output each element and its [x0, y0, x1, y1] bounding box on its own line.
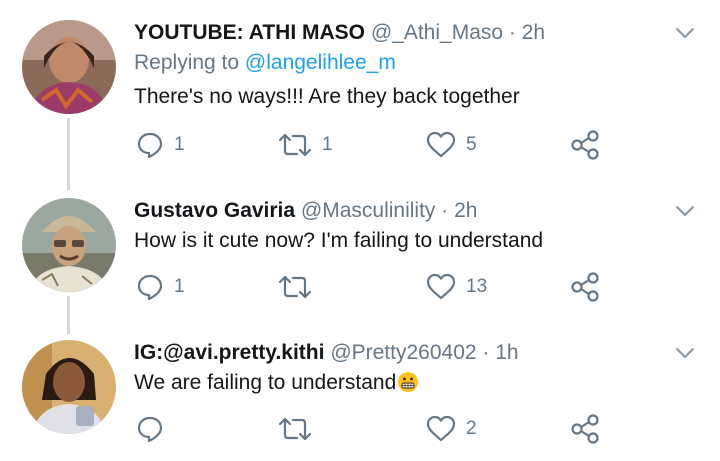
reply-icon	[137, 274, 163, 301]
replying-to-handle[interactable]: @langelihlee_m	[245, 51, 396, 74]
reply-count: 1	[174, 276, 185, 297]
chevron-down-icon[interactable]	[674, 342, 696, 364]
timestamp[interactable]: 2h	[522, 21, 545, 44]
display-name[interactable]: Gustavo Gaviria	[134, 199, 295, 222]
user-handle[interactable]: @Pretty260402	[330, 341, 476, 364]
share-icon	[571, 272, 599, 302]
tweet[interactable]: IG:@avi.pretty.kithi @Pretty260402 · 1h …	[0, 340, 720, 450]
avatar[interactable]	[22, 340, 116, 434]
like-button[interactable]: 5	[426, 130, 477, 160]
retweet-icon	[278, 133, 312, 157]
avatar[interactable]	[22, 198, 116, 292]
like-count: 2	[466, 418, 477, 439]
retweet-button[interactable]: 1	[278, 130, 333, 160]
grimacing-face-emoji	[398, 372, 419, 392]
retweet-count: 1	[322, 134, 333, 155]
tweet[interactable]: YOUTUBE: ATHI MASO @_Athi_Maso · 2h Repl…	[0, 20, 720, 170]
separator-dot: ·	[508, 21, 516, 44]
timestamp[interactable]: 1h	[495, 341, 518, 364]
retweet-button[interactable]	[278, 414, 322, 444]
like-button[interactable]: 2	[426, 414, 477, 444]
like-button[interactable]: 13	[426, 272, 487, 302]
separator-dot: ·	[482, 341, 490, 364]
tweet-text-container: We are failing to understand	[134, 370, 419, 396]
share-button[interactable]	[570, 414, 600, 444]
replying-to: Replying to @langelihlee_m	[134, 50, 396, 76]
share-icon	[571, 414, 599, 444]
separator-dot: ·	[441, 199, 449, 222]
retweet-icon	[278, 417, 312, 441]
action-bar: 1 13	[134, 272, 614, 302]
avatar[interactable]	[22, 20, 116, 114]
display-name[interactable]: IG:@avi.pretty.kithi	[134, 341, 324, 364]
user-handle[interactable]: @Masculinility	[301, 199, 436, 222]
reply-button[interactable]: 1	[136, 272, 185, 302]
timestamp[interactable]: 2h	[454, 199, 477, 222]
display-name[interactable]: YOUTUBE: ATHI MASO	[134, 21, 365, 44]
tweet-text: How is it cute now? I'm failing to under…	[134, 229, 544, 252]
like-icon	[426, 131, 456, 158]
tweet-text: We are failing to understand	[134, 371, 397, 394]
reply-button[interactable]	[136, 414, 174, 444]
retweet-button[interactable]	[278, 272, 322, 302]
share-button[interactable]	[570, 130, 600, 160]
like-count: 13	[466, 276, 488, 297]
share-icon	[571, 130, 599, 160]
like-icon	[426, 273, 456, 300]
retweet-icon	[278, 275, 312, 299]
reply-count: 1	[174, 134, 185, 155]
chevron-down-icon[interactable]	[674, 200, 696, 222]
like-icon	[426, 415, 456, 442]
reply-icon	[137, 416, 163, 443]
tweet-header: Gustavo Gaviria @Masculinility · 2h	[134, 198, 477, 224]
replying-to-label: Replying to	[134, 51, 240, 74]
tweet-header: IG:@avi.pretty.kithi @Pretty260402 · 1h	[134, 340, 519, 366]
tweet-text: There's no ways!!! Are they back togethe…	[134, 85, 520, 108]
tweet-header: YOUTUBE: ATHI MASO @_Athi_Maso · 2h	[134, 20, 545, 46]
user-handle[interactable]: @_Athi_Maso	[371, 21, 503, 44]
action-bar: 1 1 5	[134, 130, 614, 160]
like-count: 5	[466, 134, 477, 155]
reply-icon	[137, 132, 163, 159]
tweet[interactable]: Gustavo Gaviria @Masculinility · 2h How …	[0, 198, 720, 308]
chevron-down-icon[interactable]	[674, 22, 696, 44]
share-button[interactable]	[570, 272, 600, 302]
action-bar: 2	[134, 414, 614, 444]
reply-button[interactable]: 1	[136, 130, 185, 160]
